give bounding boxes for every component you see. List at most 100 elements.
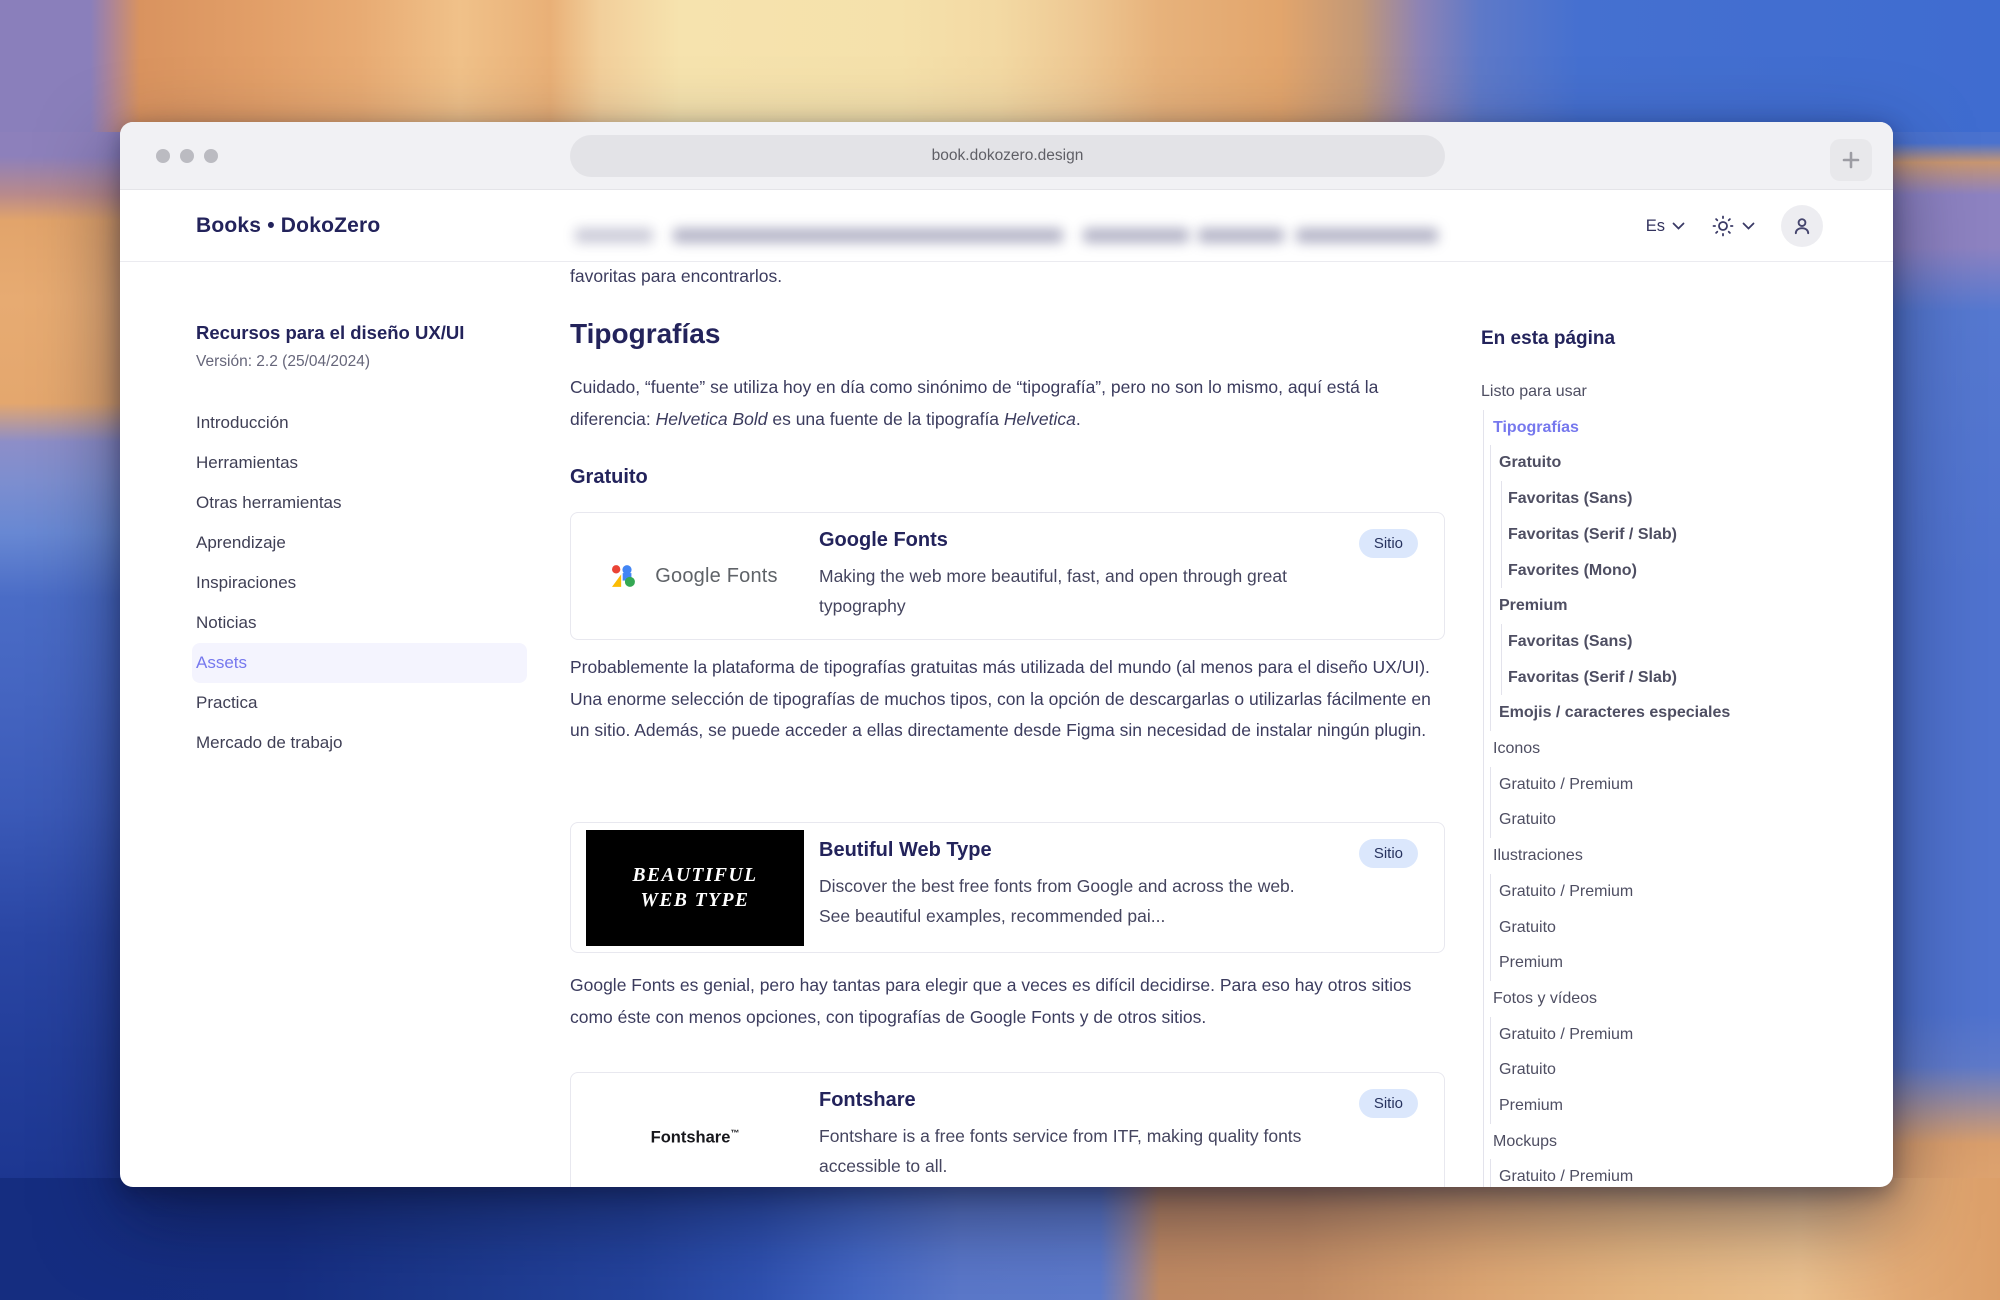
toc-list: Listo para usarTipografíasGratuitoFavori… [1481,374,1831,1187]
wallpaper-bottom-band [0,1178,2000,1300]
toc-item[interactable]: Favoritas (Sans) [1508,624,1831,660]
card-logo-area: Fontshare™ [571,1073,819,1187]
blurred-scrolled-content [1198,228,1284,243]
blurred-scrolled-content [1296,228,1438,243]
google-fonts-wordmark: Google Fonts [655,565,777,588]
toc-item[interactable]: Gratuito / Premium [1499,874,1831,910]
language-selector[interactable]: Es [1646,217,1685,236]
card-type-badge: Sitio [1359,1089,1418,1118]
sidebar-title: Recursos para el diseño UX/UI [192,322,527,344]
address-bar[interactable]: book.dokozero.design [570,135,1445,177]
card-thumbnail-area: BEAUTIFUL WEB TYPE [571,823,819,952]
toc-item[interactable]: Favorites (Mono) [1508,553,1831,589]
window-minimize-button[interactable] [180,149,194,163]
account-button[interactable] [1781,205,1823,247]
window-close-button[interactable] [156,149,170,163]
body-paragraph: Google Fonts es genial, pero hay tantas … [570,970,1445,1033]
toc-item[interactable]: Fotos y vídeosGratuito / PremiumGratuito… [1493,981,1831,1124]
card-body: Google Fonts Making the web more beautif… [819,513,1444,639]
toc-item[interactable]: TipografíasGratuitoFavoritas (Sans)Favor… [1493,410,1831,731]
sidebar-item-inspiraciones[interactable]: Inspiraciones [192,563,527,603]
card-type-badge: Sitio [1359,529,1418,558]
language-label: Es [1646,217,1665,236]
toc-item[interactable]: Premium [1499,1088,1831,1124]
sidebar-item-noticias[interactable]: Noticias [192,603,527,643]
card-logo-area: Google Fonts [571,513,819,639]
toc-item[interactable]: MockupsGratuito / Premium [1493,1124,1831,1187]
intro-text: . [1076,409,1081,429]
toc-sublist: Favoritas (Sans)Favoritas (Serif / Slab)… [1501,481,1831,588]
site-brand[interactable]: Books • DokoZero [196,190,380,262]
sidebar-item-herramientas[interactable]: Herramientas [192,443,527,483]
thumbnail-text: BEAUTIFUL [632,863,757,888]
resource-card-beutiful-web-type[interactable]: BEAUTIFUL WEB TYPE Beutiful Web Type Dis… [570,822,1445,953]
toc-sublist: Gratuito / Premium [1490,1159,1831,1187]
trademark-symbol: ™ [730,1128,739,1138]
browser-window: book.dokozero.design Books • DokoZero Es [120,122,1893,1187]
intro-italic: Helvetica Bold [656,409,768,429]
toc-item[interactable]: Gratuito [1499,1052,1831,1088]
person-icon [1790,214,1814,238]
intro-italic: Helvetica [1004,409,1076,429]
new-tab-button[interactable] [1830,139,1872,181]
google-fonts-logo: Google Fonts [612,563,777,589]
card-description: Fontshare is a free fonts service from I… [819,1121,1324,1181]
site-header: Books • DokoZero Es [120,190,1893,262]
plus-icon [1842,151,1860,169]
toc-item[interactable]: Favoritas (Serif / Slab) [1508,660,1831,696]
theme-selector[interactable] [1711,214,1755,238]
intro-text: es una fuente de la tipografía [767,409,1003,429]
toc-item[interactable]: Gratuito [1499,802,1831,838]
sidebar-item-introducci-n[interactable]: Introducción [192,403,527,443]
toc-item[interactable]: GratuitoFavoritas (Sans)Favoritas (Serif… [1499,445,1831,588]
toc-item[interactable]: Gratuito / Premium [1499,767,1831,803]
card-body: Fontshare Fontshare is a free fonts serv… [819,1073,1444,1187]
toc-item[interactable]: Emojis / caracteres especiales [1499,695,1831,731]
resource-card-fontshare[interactable]: Fontshare™ Fontshare Fontshare is a free… [570,1072,1445,1187]
sidebar-item-assets[interactable]: Assets [192,643,527,683]
sidebar-version: Versión: 2.2 (25/04/2024) [192,353,527,371]
left-sidebar: Recursos para el diseño UX/UI Versión: 2… [192,322,527,763]
card-title: Fontshare [819,1089,1324,1112]
blurred-scrolled-content [673,228,1063,243]
beautiful-web-type-thumbnail: BEAUTIFUL WEB TYPE [586,830,804,946]
scrolled-text-fragment: favoritas para encontrarlos. [570,266,782,287]
toc-title: En esta página [1481,328,1831,350]
sidebar-item-mercado-de-trabajo[interactable]: Mercado de trabajo [192,723,527,763]
on-this-page: En esta página Listo para usarTipografía… [1481,328,1831,1187]
toc-item[interactable]: Gratuito / Premium [1499,1017,1831,1053]
toc-sublist: Gratuito / PremiumGratuitoPremium [1490,874,1831,981]
window-zoom-button[interactable] [204,149,218,163]
toc-item[interactable]: Favoritas (Serif / Slab) [1508,517,1831,553]
sun-icon [1711,214,1735,238]
thumbnail-text: WEB TYPE [641,888,750,913]
toc-item[interactable]: Gratuito [1499,910,1831,946]
toc-item[interactable]: IconosGratuito / PremiumGratuito [1493,731,1831,838]
toc-item[interactable]: IlustracionesGratuito / PremiumGratuitoP… [1493,838,1831,981]
toc-item[interactable]: Listo para usarTipografíasGratuitoFavori… [1481,374,1831,1187]
resource-card-google-fonts[interactable]: Google Fonts Google Fonts Making the web… [570,512,1445,640]
sidebar-item-otras-herramientas[interactable]: Otras herramientas [192,483,527,523]
page-title: Tipografías [570,318,720,350]
main-content: favoritas para encontrarlos. Tipografías… [570,262,1445,1187]
card-description: Discover the best free fonts from Google… [819,871,1324,931]
toc-item[interactable]: Premium [1499,945,1831,981]
intro-paragraph: Cuidado, “fuente” se utiliza hoy en día … [570,372,1445,435]
sidebar-item-practica[interactable]: Practica [192,683,527,723]
chevron-down-icon [1742,222,1755,230]
card-body: Beutiful Web Type Discover the best free… [819,823,1444,952]
body-paragraph: Probablemente la plataforma de tipografí… [570,652,1445,747]
wallpaper-right-band [1878,0,2000,1300]
card-description: Making the web more beautiful, fast, and… [819,561,1324,621]
sidebar-nav: IntroducciónHerramientasOtras herramient… [192,403,527,763]
toc-sublist: Gratuito / PremiumGratuito [1490,767,1831,838]
header-controls: Es [1646,190,1823,262]
card-type-badge: Sitio [1359,839,1418,868]
toc-item[interactable]: PremiumFavoritas (Sans)Favoritas (Serif … [1499,588,1831,695]
card-title: Beutiful Web Type [819,839,1324,862]
toc-item[interactable]: Gratuito / Premium [1499,1159,1831,1187]
toc-sublist: GratuitoFavoritas (Sans)Favoritas (Serif… [1490,445,1831,731]
toc-item[interactable]: Favoritas (Sans) [1508,481,1831,517]
wallpaper-top-band [0,0,2000,132]
sidebar-item-aprendizaje[interactable]: Aprendizaje [192,523,527,563]
